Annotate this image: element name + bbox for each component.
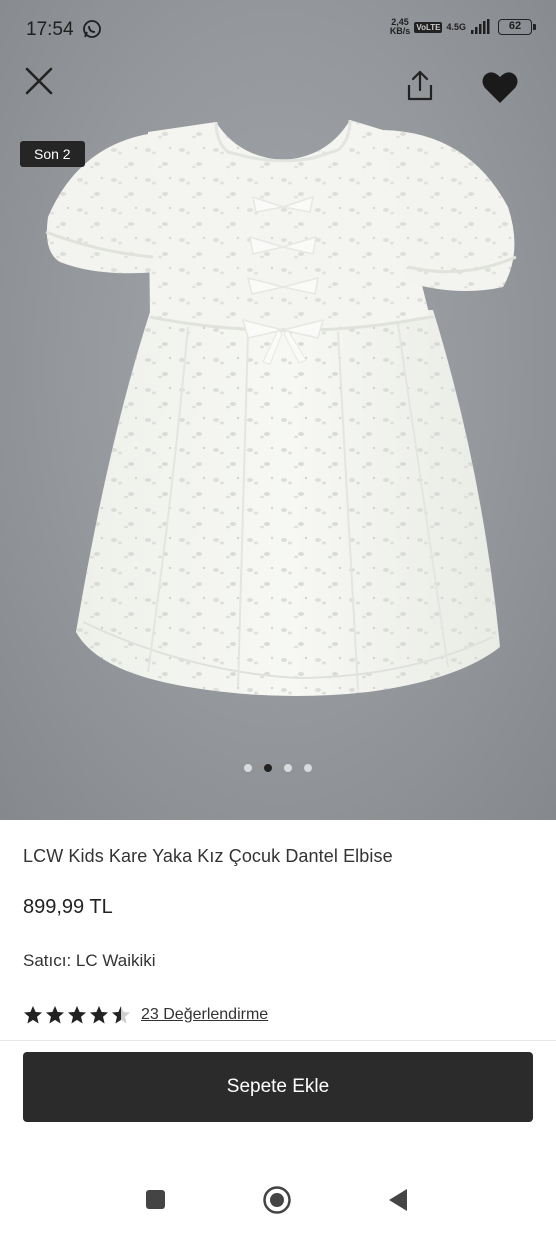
back-button[interactable] [386, 1187, 410, 1213]
last-items-badge: Son 2 [20, 141, 85, 167]
product-image-gallery[interactable]: 17:54 2,45 KB/s VoLTE 4.5G 62 Son 2 [0, 0, 556, 820]
network-type: 4.5G [446, 21, 466, 32]
recent-apps-button[interactable] [146, 1190, 165, 1209]
battery-indicator: 62 [498, 19, 536, 35]
signal-icon [471, 19, 490, 34]
heart-icon[interactable] [480, 68, 520, 108]
gallery-dot[interactable] [264, 764, 272, 772]
rating-stars [23, 1005, 131, 1025]
divider [0, 1040, 556, 1041]
system-navigation-bar [0, 1160, 556, 1235]
gallery-dot[interactable] [304, 764, 312, 772]
status-time: 17:54 [26, 19, 74, 40]
star-full-icon [24, 1006, 42, 1024]
star-half-icon [112, 1006, 130, 1024]
add-to-cart-button[interactable]: Sepete Ekle [23, 1052, 533, 1122]
star-full-icon [90, 1006, 108, 1024]
share-icon[interactable] [402, 68, 438, 104]
product-price: 899,99 TL [23, 896, 113, 918]
gallery-pagination [0, 764, 556, 772]
star-full-icon [46, 1006, 64, 1024]
volte-badge: VoLTE [414, 21, 443, 33]
network-speed-unit: KB/s [389, 26, 411, 36]
gallery-dot[interactable] [284, 764, 292, 772]
home-button[interactable] [262, 1185, 292, 1215]
product-title: LCW Kids Kare Yaka Kız Çocuk Dantel Elbi… [23, 846, 393, 866]
whatsapp-icon [83, 20, 101, 38]
status-indicators: 2,45 KB/s VoLTE 4.5G 62 [390, 18, 536, 36]
reviews-link[interactable]: 23 Değerlendirme [141, 1006, 268, 1024]
star-full-icon [68, 1006, 86, 1024]
rating-row[interactable]: 23 Değerlendirme [23, 1005, 268, 1025]
product-image-dress [45, 119, 517, 696]
gallery-dot[interactable] [244, 764, 252, 772]
seller-info[interactable]: Satıcı: LC Waikiki [23, 951, 156, 971]
status-bar: 17:54 2,45 KB/s VoLTE 4.5G 62 [0, 0, 556, 60]
close-icon[interactable] [22, 64, 56, 98]
network-speed: 2,45 KB/s [390, 18, 411, 36]
